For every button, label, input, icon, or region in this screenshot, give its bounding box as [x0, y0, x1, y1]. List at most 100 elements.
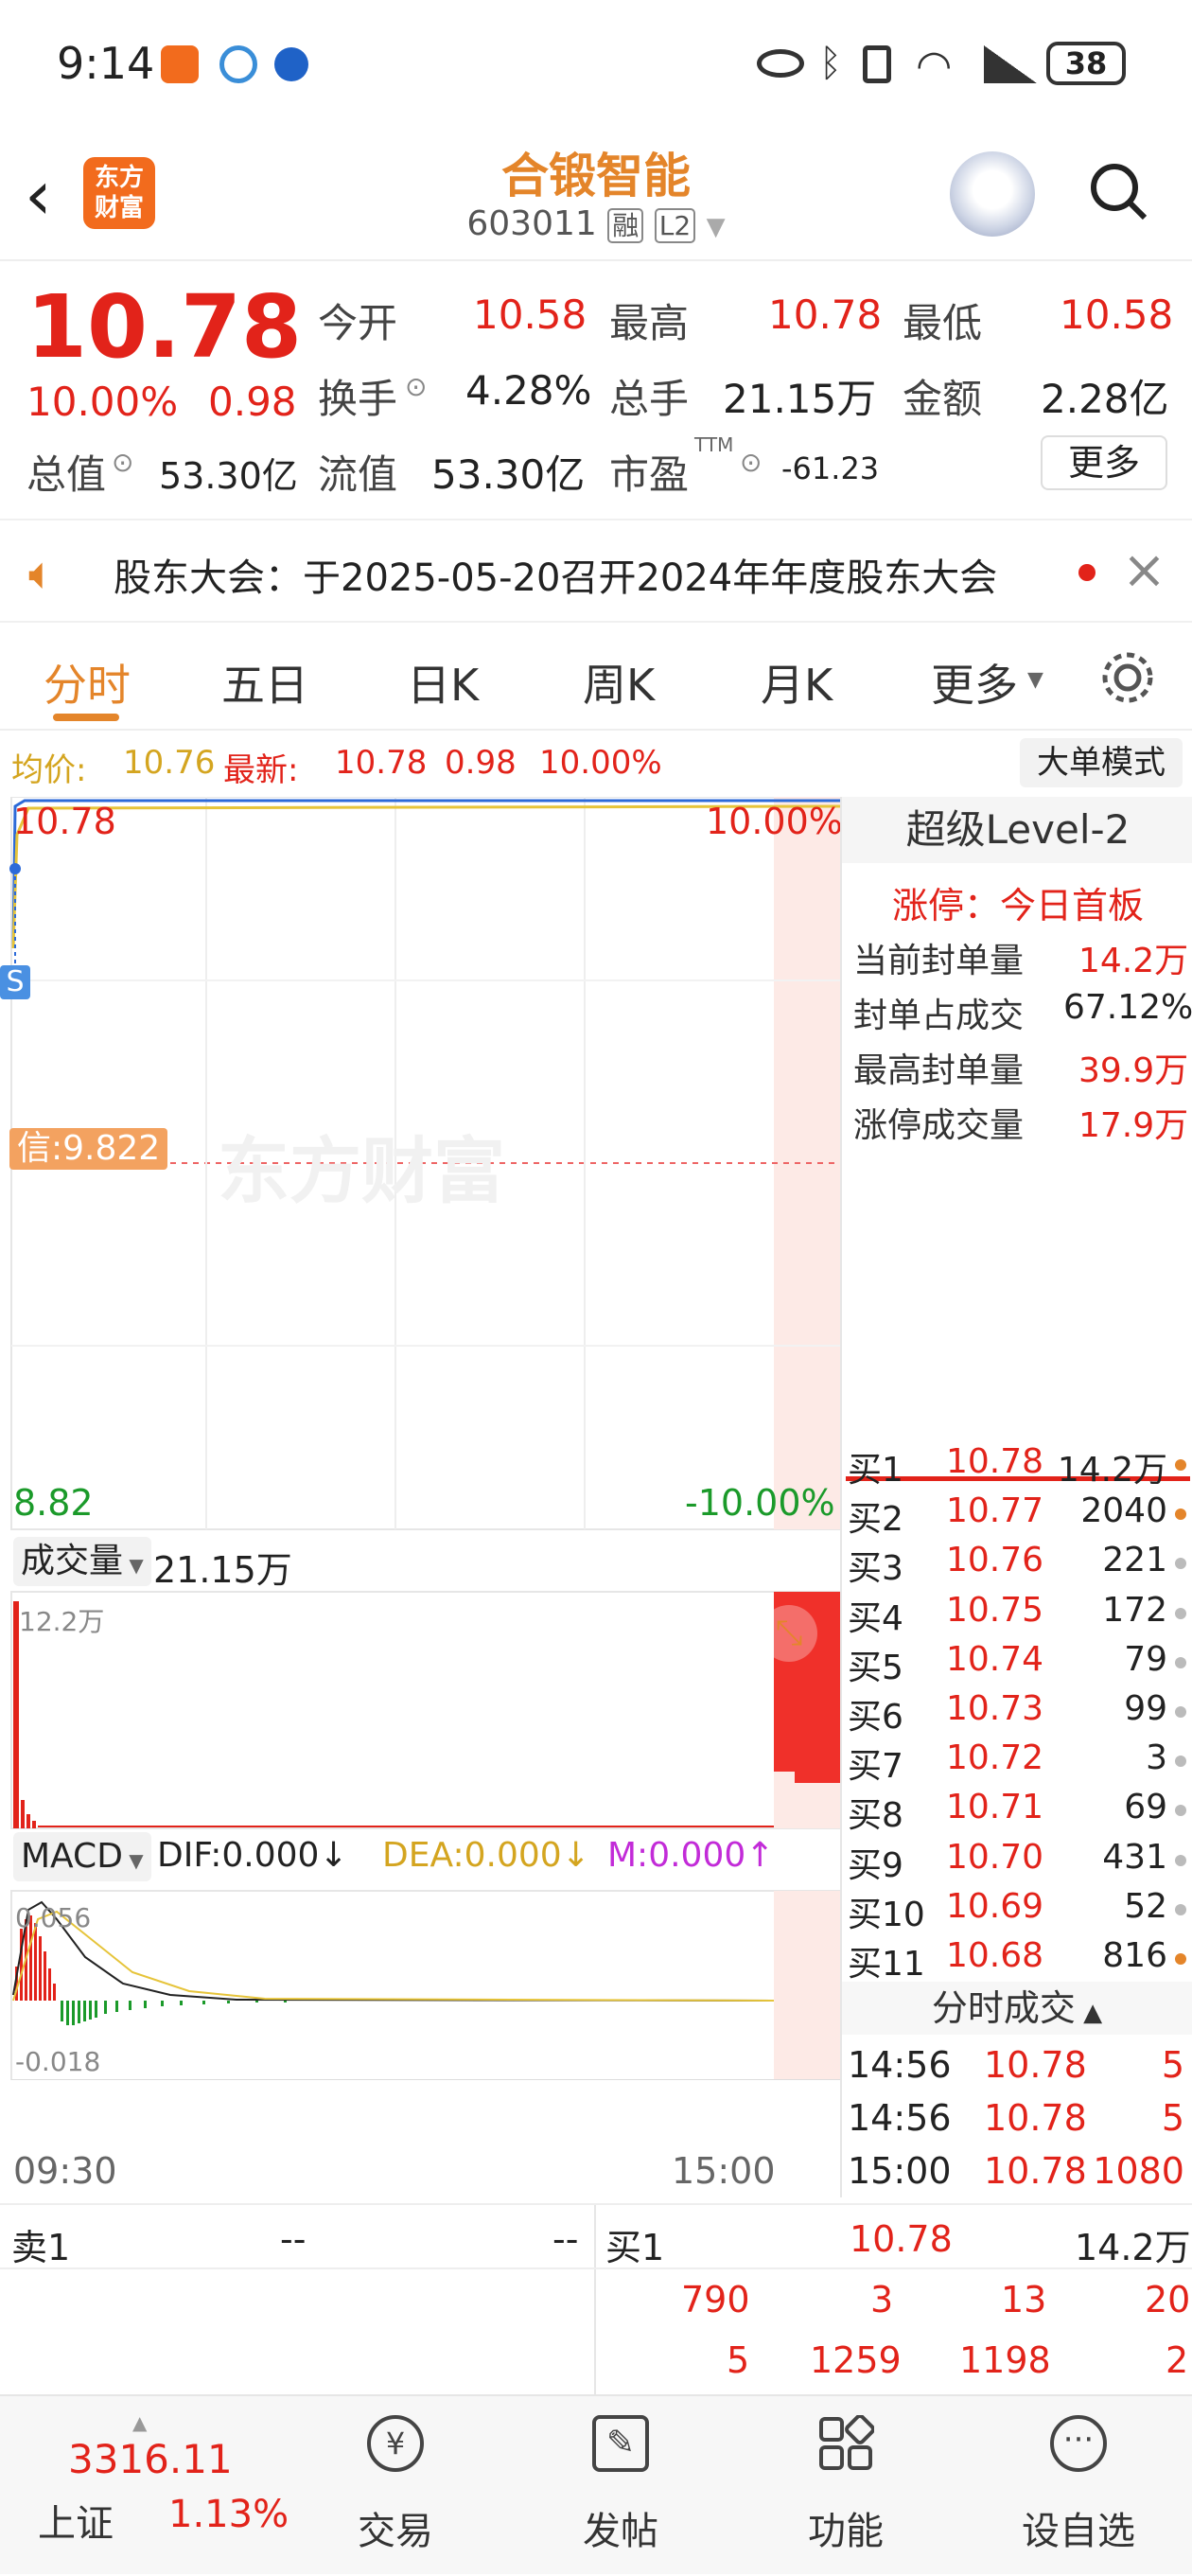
seal-qty-label: 当前封单量 — [853, 942, 1025, 980]
info-icon[interactable]: ⊙ — [112, 447, 133, 478]
back-icon[interactable]: ‹ — [25, 161, 52, 229]
ticks-header[interactable]: 分时成交 ▲ — [842, 1982, 1192, 2035]
volume-selector[interactable]: 成交量 ▼ — [13, 1537, 151, 1586]
more-button[interactable]: 更多 — [1041, 435, 1167, 490]
chevron-down-icon: ▼ — [122, 1849, 144, 1872]
queue-value: 5 — [727, 2339, 750, 2381]
orderbook-row[interactable]: 买5 10.74 79 — [842, 1640, 1192, 1689]
bid-price: 10.69 — [946, 1886, 1044, 1926]
grid-icon — [817, 2414, 875, 2472]
mktcap-value: 53.30亿 — [159, 455, 298, 497]
expand-icon[interactable]: ⤡ — [761, 1605, 817, 1662]
seal-ratio-label: 封单占成交 — [853, 997, 1025, 1035]
index-ticker[interactable]: ▲ 3316.11 上证 1.13% — [0, 2396, 289, 2576]
nav-function[interactable]: 功能 — [751, 2396, 940, 2576]
vibrate-icon — [863, 45, 891, 83]
bid-price: 10.68 — [946, 1936, 1044, 1975]
level2-title[interactable]: 超级Level-2 — [842, 797, 1192, 863]
float-label: 流值 — [318, 451, 398, 498]
index-name: 上证 — [38, 2502, 114, 2546]
nav-trade[interactable]: ¥ 交易 — [301, 2396, 490, 2576]
bid-level: 买1 — [848, 1451, 903, 1490]
tab-intraday[interactable]: 分时 — [44, 651, 131, 714]
limit-vol-label: 涨停成交量 — [853, 1106, 1025, 1145]
tab-more[interactable]: 更多 — [931, 651, 1018, 714]
latest-label: 最新: — [223, 751, 299, 789]
tab-five-day[interactable]: 五日 — [221, 651, 308, 714]
macd-chart — [10, 1891, 841, 2080]
bid-price: 10.71 — [946, 1788, 1044, 1827]
bid-volume: 3 — [1146, 1738, 1167, 1778]
bid-level: 买11 — [848, 1945, 925, 1984]
chevron-down-icon: ▼ — [123, 1554, 144, 1577]
bid-level: 买6 — [848, 1698, 903, 1737]
chart-tabs: 分时 五日 日K 周K 月K 更多 ▼ — [0, 625, 1192, 731]
order-dot — [1175, 1656, 1186, 1668]
l2-tag: L2 — [654, 208, 696, 243]
bluetooth-icon: ᛒ — [819, 42, 842, 85]
orderbook-row[interactable]: 买1 10.78 14.2万 — [842, 1442, 1192, 1491]
signal-marker-s[interactable]: S — [0, 965, 30, 999]
seal-ratio-value: 67.12% — [1063, 988, 1192, 1027]
info-icon[interactable]: ⊙ — [405, 371, 427, 402]
low-value: 10.58 — [1060, 291, 1174, 338]
order-dot — [1175, 1854, 1186, 1866]
notice-bar[interactable]: 🔈︎ 股东大会：于2025-05-20召开2024年年度股东大会 × — [0, 519, 1192, 623]
nav-post-label: 发帖 — [583, 2510, 658, 2553]
stock-code-row[interactable]: 603011 融 L2 ▼ — [359, 204, 833, 243]
turnover-value: 4.28% — [465, 367, 592, 414]
app-logo: 东方 财富 — [83, 157, 155, 229]
orderbook-row[interactable]: 买6 10.73 99 — [842, 1689, 1192, 1738]
nav-post[interactable]: ✎ 发帖 — [526, 2396, 715, 2576]
nav-add-watchlist[interactable]: ··· 设自选 — [984, 2396, 1173, 2576]
queue-value: 2 — [1166, 2339, 1189, 2381]
index-pct: 1.13% — [168, 2493, 289, 2536]
close-icon[interactable]: × — [1122, 539, 1166, 601]
tab-day-k[interactable]: 日K — [407, 651, 479, 714]
orderbook-row[interactable]: 买4 10.75 172 — [842, 1591, 1192, 1640]
info-icon[interactable]: ⊙ — [740, 447, 762, 478]
stock-code: 603011 — [466, 204, 597, 243]
queue-value: 13 — [1001, 2279, 1047, 2320]
robot-assistant-icon[interactable] — [950, 151, 1035, 237]
bid-volume: 431 — [1102, 1837, 1167, 1877]
tab-month-k[interactable]: 月K — [761, 651, 833, 714]
open-label: 今开 — [318, 300, 398, 346]
orderbook-row[interactable]: 买9 10.70 431 — [842, 1838, 1192, 1887]
tab-week-k[interactable]: 周K — [583, 651, 655, 714]
orderbook-row[interactable]: 买2 10.77 2040 — [842, 1491, 1192, 1541]
orderbook-row[interactable]: 买10 10.69 52 — [842, 1887, 1192, 1936]
queue-value: 1259 — [810, 2339, 902, 2381]
bottom-nav: ▲ 3316.11 上证 1.13% ¥ 交易 ✎ 发帖 功能 ··· 设自选 — [0, 2394, 1192, 2574]
intraday-chart[interactable] — [0, 797, 842, 1970]
bid-price: 10.70 — [946, 1837, 1044, 1877]
buy1-price: 10.78 — [850, 2218, 953, 2260]
bid-price: 10.78 — [946, 1442, 1044, 1481]
change-value: 0.98 — [208, 379, 297, 425]
chart-area: 均价: 10.76 最新: 10.78 0.98 10.00% 大单模式 10.… — [0, 734, 1192, 2203]
buy1-label: 买1 — [605, 2227, 665, 2268]
gear-icon[interactable] — [1097, 647, 1158, 708]
bid-volume: 816 — [1102, 1936, 1167, 1975]
big-order-mode-button[interactable]: 大单模式 — [1020, 738, 1183, 787]
amount-label: 金额 — [903, 376, 983, 422]
pe-label: 市盈 — [609, 451, 690, 498]
battery-icon: 38 — [1046, 42, 1126, 85]
mktcap-label: 总值 — [26, 451, 107, 498]
tick-volume: 5 — [1161, 2097, 1184, 2139]
search-icon[interactable] — [1088, 161, 1148, 221]
volume-panel — [10, 1591, 841, 1829]
nav-watch-label: 设自选 — [1022, 2510, 1135, 2553]
y-top-pct: 10.00% — [706, 801, 843, 842]
logo-text-2: 财富 — [94, 194, 144, 222]
orderbook-row[interactable]: 买3 10.76 221 — [842, 1541, 1192, 1590]
dif-value: DIF:0.000↓ — [157, 1836, 348, 1875]
orderbook-row[interactable]: 买11 10.68 816 — [842, 1936, 1192, 1985]
macd-selector[interactable]: MACD ▼ — [13, 1832, 151, 1881]
orderbook-row[interactable]: 买7 10.72 3 — [842, 1738, 1192, 1788]
caret-up-icon: ▲ — [132, 2411, 148, 2434]
buy1-volume: 14.2万 — [1075, 2227, 1191, 2268]
orderbook-row[interactable]: 买8 10.71 69 — [842, 1788, 1192, 1837]
app-notification-icon — [161, 45, 199, 83]
y-top-price: 10.78 — [13, 801, 116, 842]
